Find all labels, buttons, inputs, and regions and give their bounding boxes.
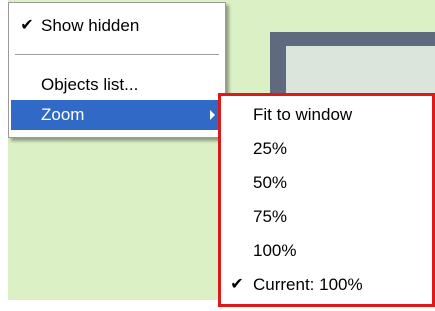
- checkmark-icon: ✔: [20, 17, 34, 34]
- checkmark-icon: ✔: [230, 276, 244, 293]
- app-canvas-area: ✔ Show hidden Objects list... Zoom Fit t…: [0, 0, 435, 311]
- menu-item-label: 75%: [253, 207, 288, 226]
- context-menu: ✔ Show hidden Objects list... Zoom: [8, 2, 226, 138]
- menu-item-label: 25%: [253, 139, 288, 158]
- menu-item-current-zoom[interactable]: ✔ Current: 100%: [223, 270, 430, 300]
- menu-item-label: Zoom: [41, 105, 85, 124]
- zoom-submenu: Fit to window 25% 50% 75% 100% ✔ Current…: [218, 93, 435, 307]
- menu-item-label: Fit to window: [253, 105, 353, 124]
- menu-item-label: Current: 100%: [253, 275, 363, 294]
- menu-item-zoom-50[interactable]: 50%: [223, 168, 430, 198]
- submenu-arrow-icon: [210, 110, 215, 120]
- menu-item-label: 50%: [253, 173, 288, 192]
- menu-item-zoom-25[interactable]: 25%: [223, 134, 430, 164]
- menu-separator: [15, 54, 219, 56]
- menu-item-show-hidden[interactable]: ✔ Show hidden: [11, 11, 223, 41]
- menu-item-zoom-75[interactable]: 75%: [223, 202, 430, 232]
- menu-item-label: Show hidden: [41, 16, 140, 35]
- menu-item-zoom-100[interactable]: 100%: [223, 236, 430, 266]
- menu-item-label: Objects list...: [41, 75, 139, 94]
- menu-item-zoom[interactable]: Zoom: [11, 100, 223, 130]
- menu-item-label: 100%: [253, 241, 297, 260]
- menu-item-objects-list[interactable]: Objects list...: [11, 70, 223, 100]
- menu-item-fit-to-window[interactable]: Fit to window: [223, 100, 430, 130]
